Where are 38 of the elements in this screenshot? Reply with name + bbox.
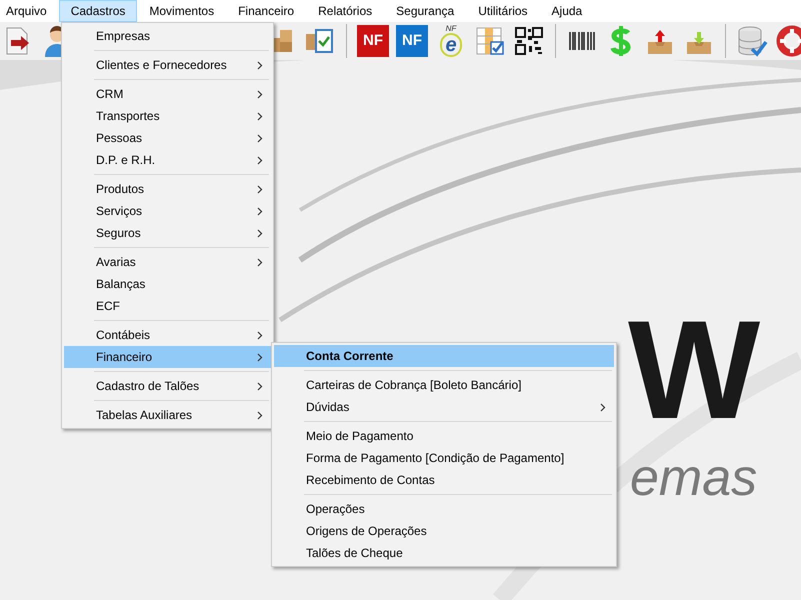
menu-item[interactable]: Seguros bbox=[64, 222, 271, 244]
menu-item[interactable]: Balanças bbox=[64, 273, 271, 295]
submenu-item[interactable]: Talões de Cheque bbox=[274, 542, 614, 564]
nfe-button[interactable]: NF e bbox=[434, 24, 468, 58]
submenu-item[interactable]: Forma de Pagamento [Condição de Pagamento] bbox=[274, 447, 614, 469]
menu-item[interactable]: CRM bbox=[64, 83, 271, 105]
nf-button[interactable]: NF bbox=[357, 25, 389, 57]
menu-bar-item[interactable]: Utilitários bbox=[466, 0, 540, 22]
menu-item[interactable]: Contábeis bbox=[64, 324, 271, 346]
menu-item[interactable]: Produtos bbox=[64, 178, 271, 200]
menu-bar-item[interactable]: Financeiro bbox=[226, 0, 306, 22]
menu-item[interactable]: D.P. e R.H. bbox=[64, 149, 271, 171]
submenu-item[interactable]: Meio de Pagamento bbox=[274, 425, 614, 447]
submenu-item[interactable]: Recebimento de Contas bbox=[274, 469, 614, 491]
menu-item[interactable]: Financeiro bbox=[64, 346, 271, 368]
menu-bar-item[interactable]: Relatórios bbox=[306, 0, 384, 22]
nf-button[interactable]: NF bbox=[396, 25, 428, 57]
submenu-item[interactable]: Conta Corrente bbox=[274, 345, 614, 367]
menu-item[interactable]: Empresas bbox=[64, 25, 271, 47]
menu-item[interactable]: Cadastro de Talões bbox=[64, 375, 271, 397]
menu-item[interactable]: Avarias bbox=[64, 251, 271, 273]
logo-letter: W bbox=[628, 300, 762, 440]
menu-bar-item[interactable]: Arquivo bbox=[0, 0, 59, 22]
menu-item[interactable]: ECF bbox=[64, 295, 271, 317]
logo-tagline: emas bbox=[630, 452, 758, 504]
menu-bar-item[interactable]: Ajuda bbox=[540, 0, 594, 22]
menu-bar-item[interactable]: Cadastros bbox=[58, 0, 138, 22]
menu-bar-item[interactable]: Segurança bbox=[384, 0, 466, 22]
menu-item[interactable]: Clientes e Fornecedores bbox=[64, 54, 271, 76]
submenu-item[interactable]: Dúvidas bbox=[274, 396, 614, 418]
menu-bar-item[interactable]: Movimentos bbox=[137, 0, 226, 22]
menu-item[interactable]: Tabelas Auxiliares bbox=[64, 404, 271, 426]
menu-item[interactable]: Pessoas bbox=[64, 127, 271, 149]
menu-item[interactable]: Serviços bbox=[64, 200, 271, 222]
submenu-item[interactable]: Operações bbox=[274, 498, 614, 520]
submenu-item[interactable]: Origens de Operações bbox=[274, 520, 614, 542]
submenu-item[interactable]: Carteiras de Cobrança [Boleto Bancário] bbox=[274, 374, 614, 396]
menu-item[interactable]: Transportes bbox=[64, 105, 271, 127]
